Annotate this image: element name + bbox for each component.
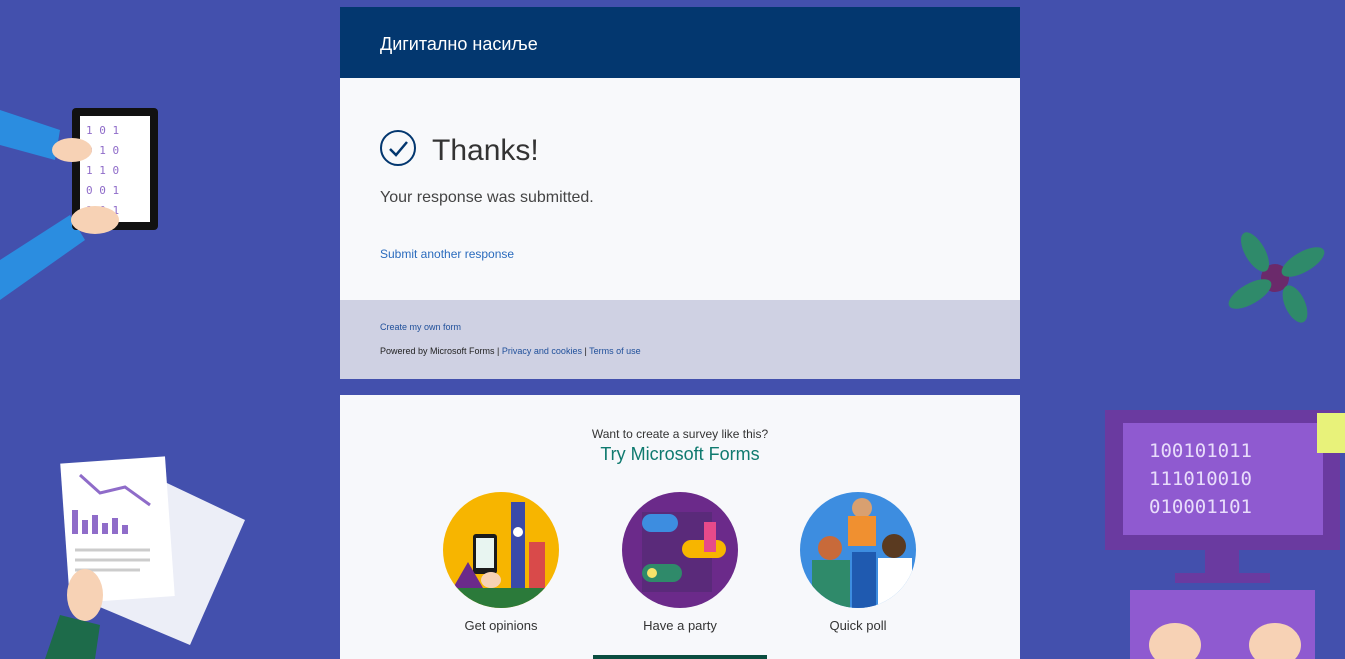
confirmation-panel: Thanks! Your response was submitted. Sub… — [340, 78, 1020, 300]
tile-quick-poll[interactable]: Quick poll — [783, 492, 933, 633]
leaf-illustration — [1228, 232, 1325, 323]
people-poll-icon — [800, 492, 916, 608]
monitor-code-illustration: 100101011 111010010 010001101 — [1105, 410, 1345, 659]
svg-text:0 0 1: 0 0 1 — [86, 184, 119, 197]
terms-link[interactable]: Terms of use — [589, 346, 641, 356]
form-title: Дигитално насиље — [380, 34, 538, 54]
try-forms-link[interactable]: Try Microsoft Forms — [340, 444, 1020, 465]
tile-label: Have a party — [643, 618, 717, 633]
checkmark-circle-icon — [380, 130, 416, 166]
tile-label: Quick poll — [829, 618, 887, 633]
promo-question: Want to create a survey like this? — [591, 427, 769, 441]
footer-separator: | — [497, 346, 500, 356]
monitor-code-line-3: 010001101 — [1149, 496, 1252, 518]
form-header: Дигитално насиље — [340, 7, 1020, 78]
party-icon — [622, 492, 738, 608]
papers-chart-illustration — [45, 456, 245, 659]
submitted-message: Your response was submitted. — [380, 189, 594, 206]
svg-text:1 1 0: 1 1 0 — [86, 164, 119, 177]
tile-label: Get opinions — [464, 618, 538, 633]
footer-separator: | — [584, 346, 587, 356]
promo-bottom-bar — [593, 655, 767, 659]
tile-get-opinions[interactable]: Get opinions — [426, 492, 576, 633]
form-footer: Create my own form Powered by Microsoft … — [340, 300, 1020, 379]
powered-by-text: Powered by Microsoft Forms — [380, 346, 495, 356]
footer-legal-line: Powered by Microsoft Forms | Privacy and… — [380, 346, 641, 356]
tile-have-a-party[interactable]: Have a party — [605, 492, 755, 633]
monitor-code-line-2: 111010010 — [1149, 468, 1252, 490]
city-opinions-icon — [443, 492, 559, 608]
submit-another-link[interactable]: Submit another response — [380, 247, 514, 261]
forms-promo-panel: Want to create a survey like this? Try M… — [340, 395, 1020, 659]
thanks-heading: Thanks! — [432, 134, 539, 167]
monitor-code-line-1: 100101011 — [1149, 440, 1252, 462]
svg-text:1 0 1: 1 0 1 — [86, 124, 119, 137]
create-own-form-link[interactable]: Create my own form — [380, 322, 461, 332]
tablet-hands-illustration: 1 0 1 0 1 0 1 1 0 0 0 1 1 0 1 — [0, 108, 158, 300]
privacy-link[interactable]: Privacy and cookies — [502, 346, 582, 356]
